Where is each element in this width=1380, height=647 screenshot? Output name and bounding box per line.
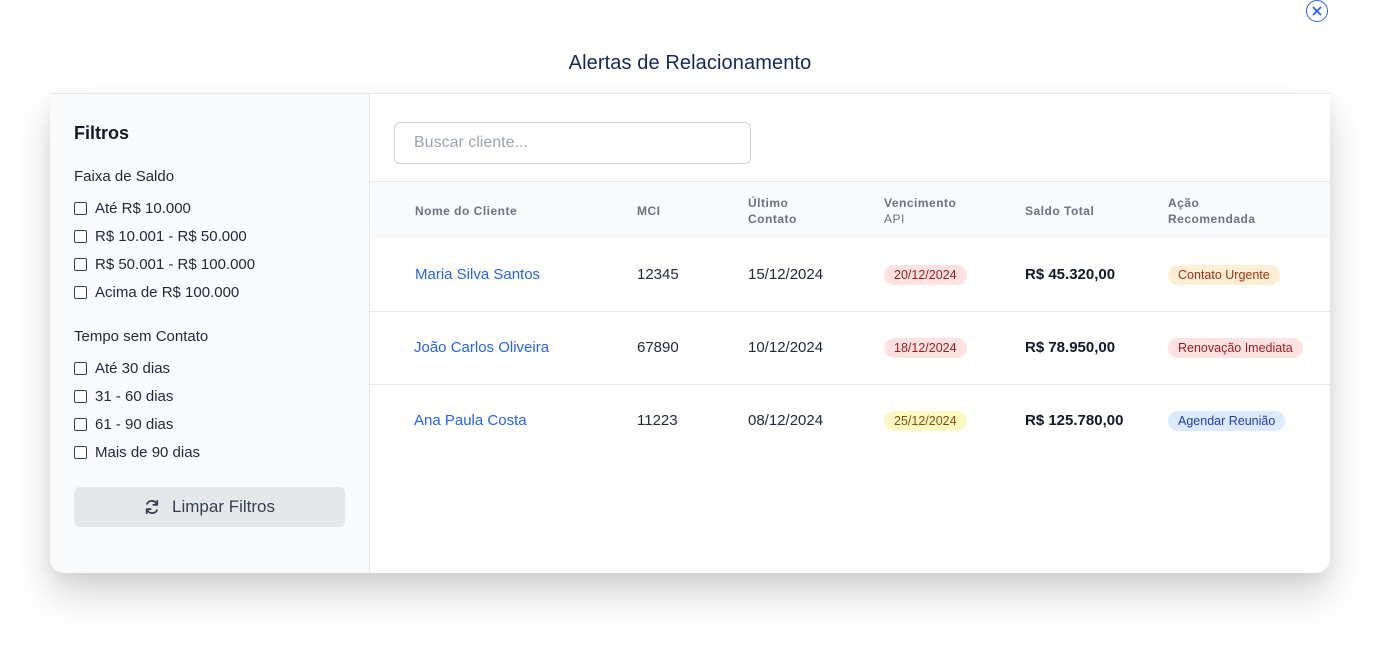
contato-group-title: Tempo sem Contato	[74, 328, 209, 345]
header-mci[interactable]: MCI	[637, 182, 661, 239]
table-header: Nome do Cliente MCI Último Contato Venci…	[370, 181, 1330, 239]
header-sub-label: API	[884, 211, 905, 226]
filters-title: Filtros	[74, 123, 130, 143]
saldo-option-2[interactable]: R$ 10.001 - R$ 50.000	[74, 226, 247, 246]
contato-option-4[interactable]: Mais de 90 dias	[74, 442, 200, 462]
balance-value: R$ 78.950,00	[1025, 339, 1116, 356]
client-link[interactable]: Maria Silva Santos	[415, 266, 540, 283]
close-button[interactable]	[1306, 0, 1328, 22]
checkbox[interactable]	[74, 389, 87, 403]
header-vencimento[interactable]: Vencimento API	[884, 182, 956, 239]
last-contact-value: 08/12/2024	[748, 412, 824, 429]
alerts-card: Filtros Faixa de Saldo Até R$ 10.000 R$ …	[50, 93, 1330, 573]
checkbox-label: Até R$ 10.000	[95, 199, 191, 217]
action-badge: Agendar Reunião	[1168, 410, 1286, 431]
contato-option-3[interactable]: 61 - 90 dias	[74, 414, 173, 434]
checkbox-label: 31 - 60 dias	[95, 387, 174, 405]
header-acao[interactable]: Ação Recomendada	[1168, 182, 1256, 239]
action-badge: Renovação Imediata	[1168, 337, 1303, 358]
checkbox-label: 61 - 90 dias	[95, 415, 174, 433]
header-label: Nome do Cliente	[415, 203, 518, 218]
header-label: Recomendada	[1168, 211, 1256, 226]
search-input[interactable]	[394, 122, 751, 164]
checkbox-label: R$ 50.001 - R$ 100.000	[95, 255, 256, 273]
client-link[interactable]: Ana Paula Costa	[414, 412, 527, 429]
header-ultimo-contato[interactable]: Último Contato	[748, 182, 797, 239]
saldo-group-title: Faixa de Saldo	[74, 168, 175, 185]
due-date-badge: 20/12/2024	[884, 264, 967, 285]
due-date-badge: 25/12/2024	[884, 410, 967, 431]
checkbox-label: R$ 10.001 - R$ 50.000	[95, 227, 247, 245]
header-saldo[interactable]: Saldo Total	[1025, 182, 1094, 239]
balance-value: R$ 45.320,00	[1025, 266, 1116, 283]
mci-value: 67890	[637, 339, 679, 356]
last-contact-value: 15/12/2024	[748, 266, 824, 283]
header-label: Contato	[748, 211, 797, 226]
client-link[interactable]: João Carlos Oliveira	[414, 339, 549, 356]
filters-sidebar: Filtros Faixa de Saldo Até R$ 10.000 R$ …	[50, 94, 370, 573]
due-date-badge: 18/12/2024	[884, 337, 967, 358]
checkbox-label: Até 30 dias	[95, 359, 171, 377]
checkbox-label: Acima de R$ 100.000	[95, 283, 240, 301]
clear-filters-button[interactable]: Limpar Filtros	[74, 487, 345, 527]
clear-filters-label: Limpar Filtros	[172, 497, 275, 516]
header-label: Último	[748, 195, 789, 210]
checkbox[interactable]	[74, 417, 87, 431]
header-label: Ação	[1168, 195, 1200, 210]
contato-option-2[interactable]: 31 - 60 dias	[74, 386, 173, 406]
last-contact-value: 10/12/2024	[748, 339, 824, 356]
refresh-icon	[145, 499, 159, 515]
checkbox[interactable]	[74, 229, 87, 243]
main-panel: Nome do Cliente MCI Último Contato Venci…	[370, 94, 1330, 573]
mci-value: 11223	[637, 412, 678, 429]
action-badge: Contato Urgente	[1168, 264, 1280, 285]
table-row: Maria Silva Santos 12345 15/12/2024 20/1…	[370, 238, 1330, 312]
saldo-option-1[interactable]: Até R$ 10.000	[74, 198, 191, 218]
header-label: Vencimento	[884, 195, 957, 210]
saldo-option-4[interactable]: Acima de R$ 100.000	[74, 282, 239, 302]
header-cliente[interactable]: Nome do Cliente	[415, 182, 517, 239]
modal-title: Alertas de Relacionamento	[568, 52, 812, 74]
checkbox[interactable]	[74, 445, 87, 459]
checkbox[interactable]	[74, 201, 87, 215]
table-row: João Carlos Oliveira 67890 10/12/2024 18…	[370, 311, 1330, 385]
close-icon	[1312, 6, 1322, 16]
header-label: MCI	[637, 203, 661, 218]
header-label: Saldo Total	[1025, 203, 1095, 218]
checkbox[interactable]	[74, 257, 87, 271]
saldo-option-3[interactable]: R$ 50.001 - R$ 100.000	[74, 254, 255, 274]
checkbox[interactable]	[74, 285, 87, 299]
balance-value: R$ 125.780,00	[1025, 412, 1124, 429]
table-row: Ana Paula Costa 11223 08/12/2024 25/12/2…	[370, 384, 1330, 457]
checkbox[interactable]	[74, 361, 87, 375]
contato-option-1[interactable]: Até 30 dias	[74, 358, 170, 378]
mci-value: 12345	[637, 266, 679, 283]
checkbox-label: Mais de 90 dias	[95, 443, 201, 461]
